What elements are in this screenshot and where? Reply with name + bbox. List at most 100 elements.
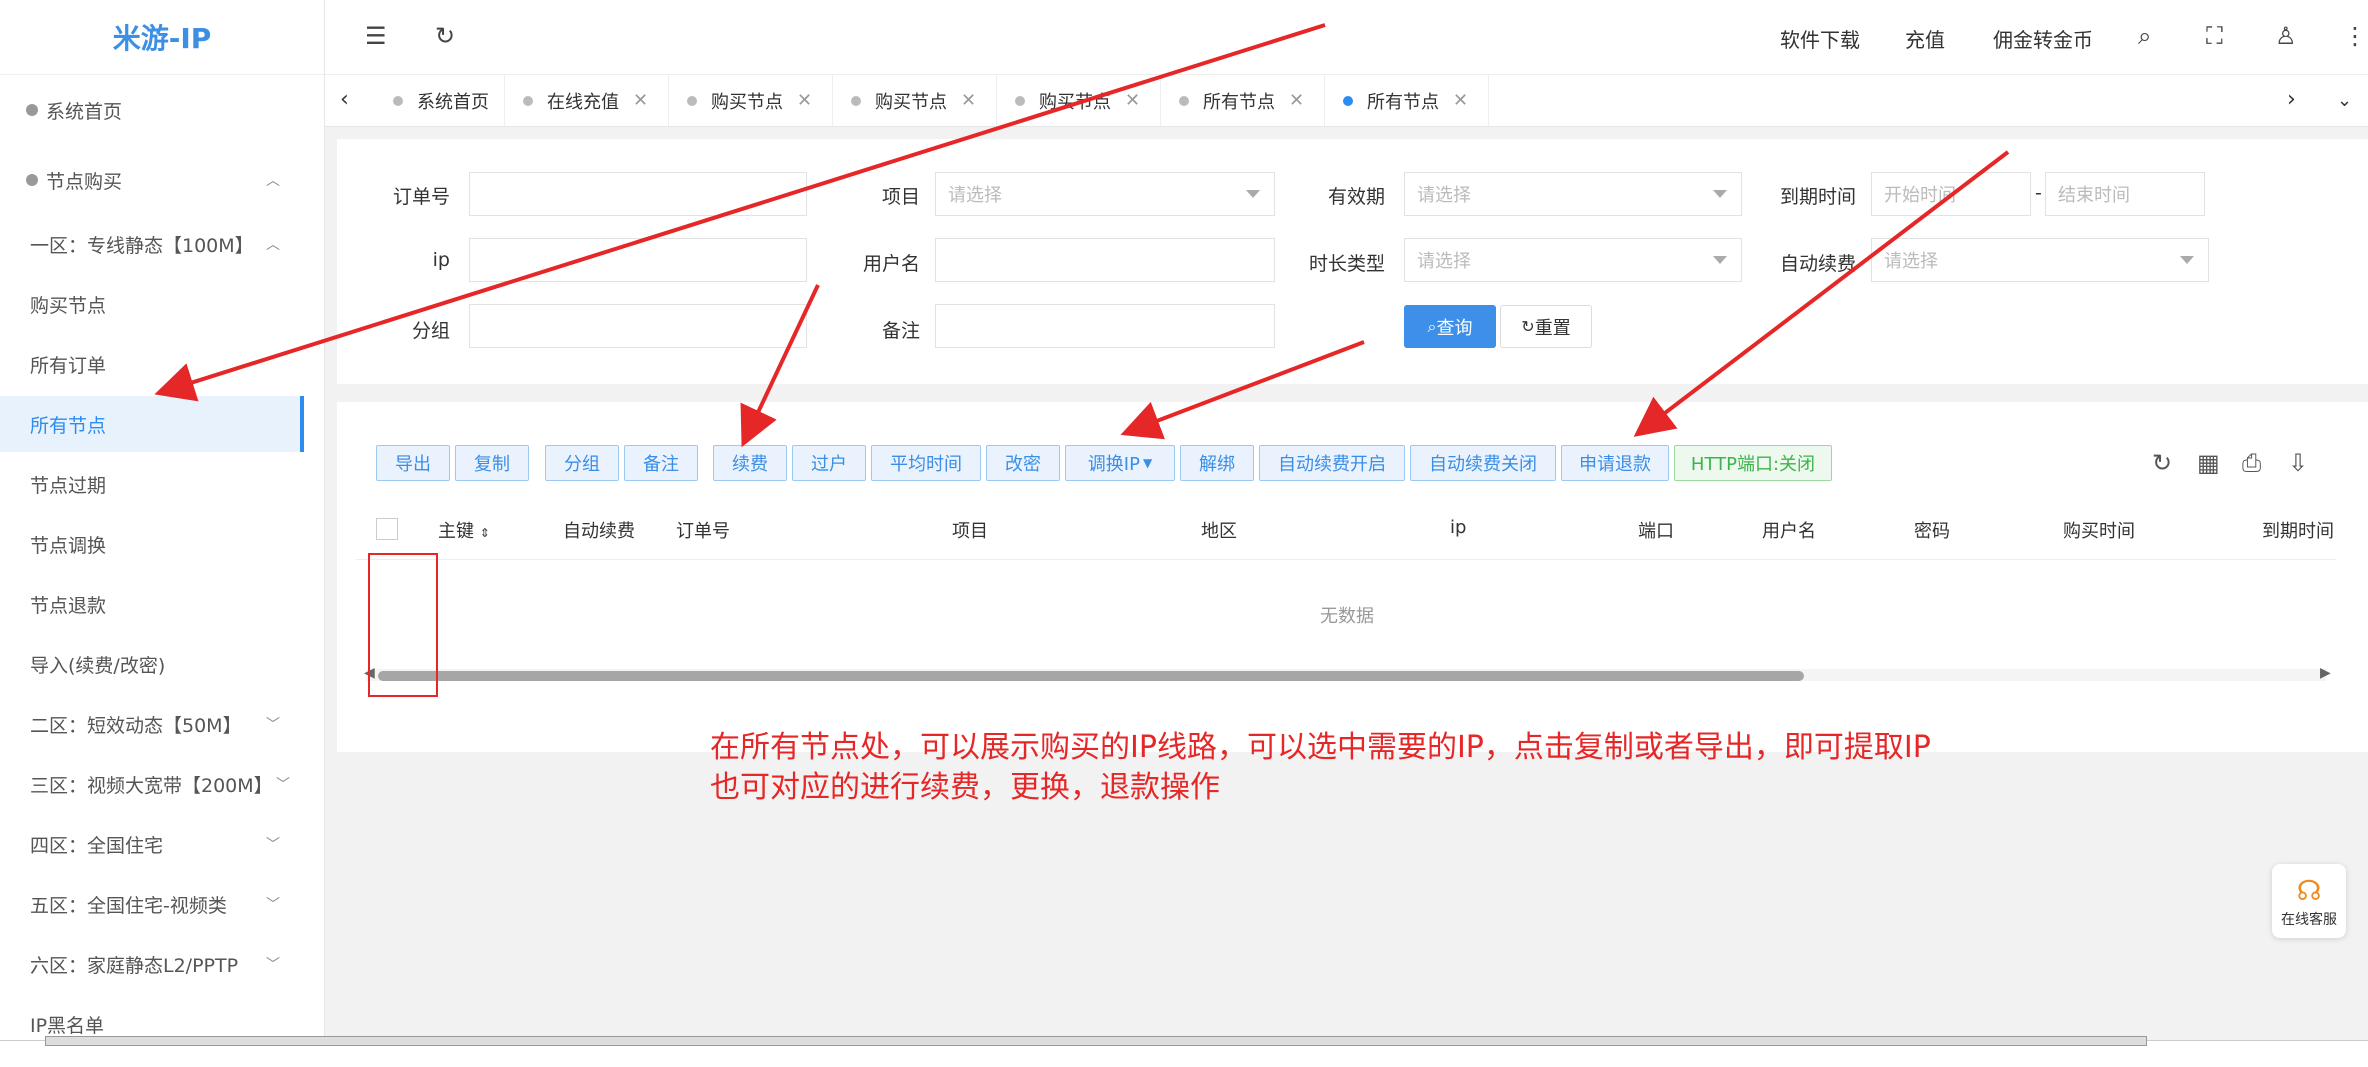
table-header-divider (356, 559, 2336, 560)
sidebar-item-zone5[interactable]: 五区：全国住宅-视频类 ﹀ (0, 876, 304, 932)
auto-renew-select[interactable]: 请选择 (1871, 238, 2209, 282)
query-button[interactable]: ⌕ 查询 (1404, 305, 1496, 348)
apply-refund-button[interactable]: 申请退款 (1561, 445, 1669, 481)
sidebar-item-node-expired[interactable]: 节点过期 (0, 456, 304, 512)
sidebar-item-zone6[interactable]: 六区：家庭静态L2/PPTP ﹀ (0, 936, 304, 992)
tabs-next-icon[interactable]: › (2287, 87, 2296, 112)
start-time-input[interactable]: 开始时间 (1871, 172, 2031, 216)
refresh-icon[interactable]: ↻ (435, 22, 455, 50)
print-icon[interactable]: ⎙ (2242, 449, 2261, 477)
close-icon[interactable]: ✕ (633, 90, 648, 111)
auto-renew-off-button[interactable]: 自动续费关闭 (1410, 445, 1556, 481)
top-bar: ☰ ↻ 软件下载 充值 佣金转金币 ⌕ ⛶ ♙ ⋮ (325, 0, 2368, 75)
unbind-button[interactable]: 解绑 (1180, 445, 1254, 481)
sidebar-item-buy-node[interactable]: 购买节点 (0, 276, 304, 332)
caret-down-icon (1246, 190, 1260, 198)
swap-ip-button[interactable]: 调换IP ▼ (1065, 445, 1175, 481)
close-icon[interactable]: ✕ (961, 90, 976, 111)
auto-renew-on-button[interactable]: 自动续费开启 (1259, 445, 1405, 481)
chevron-down-icon: ﹀ (266, 717, 280, 733)
column-filter-icon[interactable]: ▦ (2197, 449, 2220, 477)
project-placeholder: 请选择 (948, 185, 1002, 206)
close-icon[interactable]: ✕ (1453, 90, 1468, 111)
group-button[interactable]: 分组 (545, 445, 619, 481)
http-port-toggle-button[interactable]: HTTP端口:关闭 (1674, 445, 1832, 481)
sidebar-item-label: 二区：短效动态【50M】 (30, 714, 242, 737)
project-select[interactable]: 请选择 (935, 172, 1275, 216)
tab-all-nodes[interactable]: 所有节点 ✕ (1161, 75, 1325, 126)
online-support-button[interactable]: ☊ 在线客服 (2272, 864, 2346, 938)
fullscreen-icon[interactable]: ⛶ (2206, 22, 2223, 50)
more-icon[interactable]: ⋮ (2343, 22, 2367, 50)
order-no-input[interactable] (469, 172, 807, 216)
headset-icon: ☊ (2296, 873, 2322, 907)
column-header-id[interactable]: 主键 ⇕ (438, 517, 490, 543)
sidebar-item-import[interactable]: 导入(续费/改密) (0, 636, 304, 692)
column-header-purchase-time: 购买时间 (2063, 521, 2135, 542)
remark-input[interactable] (935, 304, 1275, 348)
sidebar-item-label: 五区：全国住宅-视频类 (30, 894, 227, 917)
sort-icon[interactable]: ⇕ (480, 526, 490, 540)
sidebar-item-node-purchase[interactable]: 节点购买 ︿ (0, 152, 304, 208)
sidebar-item-label: 所有节点 (30, 414, 107, 437)
duration-placeholder: 请选择 (1417, 251, 1471, 272)
close-icon[interactable]: ✕ (1289, 90, 1304, 111)
end-time-placeholder: 结束时间 (2058, 185, 2130, 206)
order-no-label: 订单号 (392, 186, 450, 208)
tab-label: 购买节点 (875, 91, 947, 113)
expire-time-label: 到期时间 (1779, 186, 1856, 208)
username-input[interactable] (935, 238, 1275, 282)
tab-online-recharge[interactable]: 在线充值 ✕ (505, 75, 669, 126)
software-download-link[interactable]: 软件下载 (1780, 24, 1860, 53)
validity-select[interactable]: 请选择 (1404, 172, 1742, 216)
sidebar-item-node-swap[interactable]: 节点调换 (0, 516, 304, 572)
export-icon[interactable]: ⇩ (2288, 449, 2308, 477)
sidebar-item-zone4[interactable]: 四区：全国住宅 ﹀ (0, 816, 304, 872)
tabs-prev-icon[interactable]: ‹ (340, 87, 349, 112)
tab-home[interactable]: 系统首页 (375, 75, 505, 126)
tab-buy-node[interactable]: 购买节点 ✕ (997, 75, 1161, 126)
end-time-input[interactable]: 结束时间 (2045, 172, 2205, 216)
remark-button[interactable]: 备注 (624, 445, 698, 481)
sidebar-item-all-nodes[interactable]: 所有节点 (0, 396, 304, 452)
chevron-down-icon: ﹀ (266, 897, 280, 913)
scroll-right-icon[interactable]: ▶ (2320, 665, 2331, 681)
sidebar-item-node-refund[interactable]: 节点退款 (0, 576, 304, 632)
menu-toggle-icon[interactable]: ☰ (365, 22, 387, 50)
select-all-checkbox[interactable] (376, 518, 398, 540)
sidebar-item-zone2[interactable]: 二区：短效动态【50M】 ﹀ (0, 696, 304, 752)
renew-button[interactable]: 续费 (713, 445, 787, 481)
tabs-dropdown-icon[interactable]: ⌄ (2337, 90, 2352, 111)
reset-button[interactable]: ↻ 重置 (1500, 305, 1592, 348)
change-password-button[interactable]: 改密 (986, 445, 1060, 481)
outer-scrollbar[interactable] (45, 1036, 2147, 1046)
sidebar-item-label: 三区：视频大宽带【200M】 (30, 774, 273, 797)
search-icon[interactable]: ⌕ (2138, 22, 2151, 50)
scrollbar-thumb[interactable] (378, 671, 1804, 681)
tab-dot-icon (851, 95, 861, 106)
tab-buy-node[interactable]: 购买节点 ✕ (833, 75, 997, 126)
export-button[interactable]: 导出 (376, 445, 450, 481)
tab-label: 系统首页 (417, 91, 489, 113)
user-icon[interactable]: ♙ (2275, 22, 2297, 50)
refresh-icon[interactable]: ↻ (2152, 449, 2172, 477)
sidebar-item-zone3[interactable]: 三区：视频大宽带【200M】 ﹀ (0, 756, 304, 812)
duration-type-select[interactable]: 请选择 (1404, 238, 1742, 282)
sidebar-item-home[interactable]: 系统首页 (0, 82, 304, 138)
sidebar-item-label: 六区：家庭静态L2/PPTP (30, 954, 239, 977)
tab-buy-node[interactable]: 购买节点 ✕ (669, 75, 833, 126)
ip-input[interactable] (469, 238, 807, 282)
column-header-username: 用户名 (1762, 521, 1816, 542)
close-icon[interactable]: ✕ (797, 90, 812, 111)
average-time-button[interactable]: 平均时间 (871, 445, 981, 481)
recharge-link[interactable]: 充值 (1905, 24, 1945, 53)
copy-button[interactable]: 复制 (455, 445, 529, 481)
sidebar-item-all-orders[interactable]: 所有订单 (0, 336, 304, 392)
tab-all-nodes-active[interactable]: 所有节点 ✕ (1325, 75, 1489, 126)
transfer-button[interactable]: 过户 (792, 445, 866, 481)
close-icon[interactable]: ✕ (1125, 90, 1140, 111)
group-input[interactable] (469, 304, 807, 348)
tab-label: 购买节点 (711, 91, 783, 113)
commission-to-coins-link[interactable]: 佣金转金币 (1993, 24, 2093, 53)
sidebar-item-zone1[interactable]: 一区：专线静态【100M】 ︿ (0, 216, 304, 272)
